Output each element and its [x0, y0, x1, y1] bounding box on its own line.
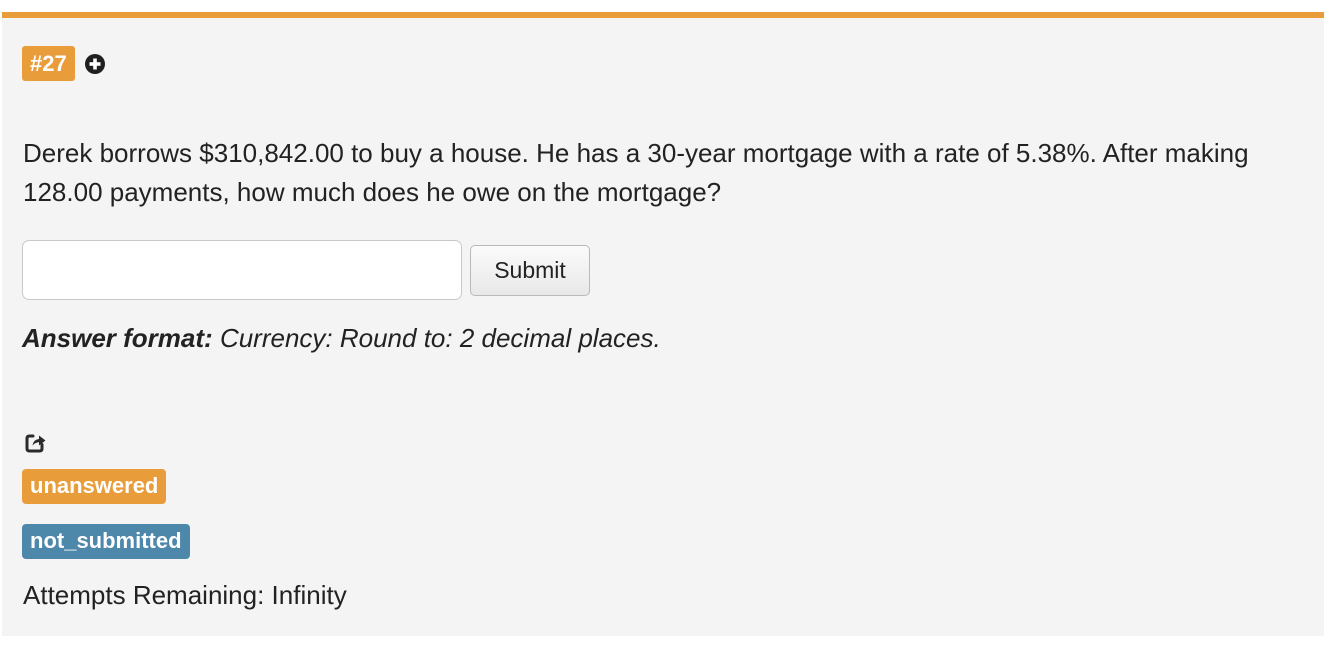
answer-input[interactable] [22, 240, 462, 300]
problem-panel: #27 Derek borrows $310,842.00 to buy a h… [2, 12, 1324, 636]
share-icon[interactable] [23, 429, 49, 455]
submit-button[interactable]: Submit [470, 245, 590, 296]
question-text: Derek borrows $310,842.00 to buy a house… [23, 138, 1249, 207]
answer-format-text: Currency: Round to: 2 decimal places. [219, 323, 661, 353]
plus-circle-icon[interactable] [84, 53, 106, 75]
problem-header: #27 [22, 46, 106, 81]
attempts-remaining: Attempts Remaining: Infinity [23, 580, 347, 610]
problem-number-badge: #27 [22, 46, 75, 81]
status-badge-not-submitted: not_submitted [22, 524, 190, 559]
answer-format-label: Answer format: [22, 323, 213, 353]
answer-format: Answer format: Currency: Round to: 2 dec… [22, 323, 661, 354]
status-badge-unanswered: unanswered [22, 469, 167, 504]
